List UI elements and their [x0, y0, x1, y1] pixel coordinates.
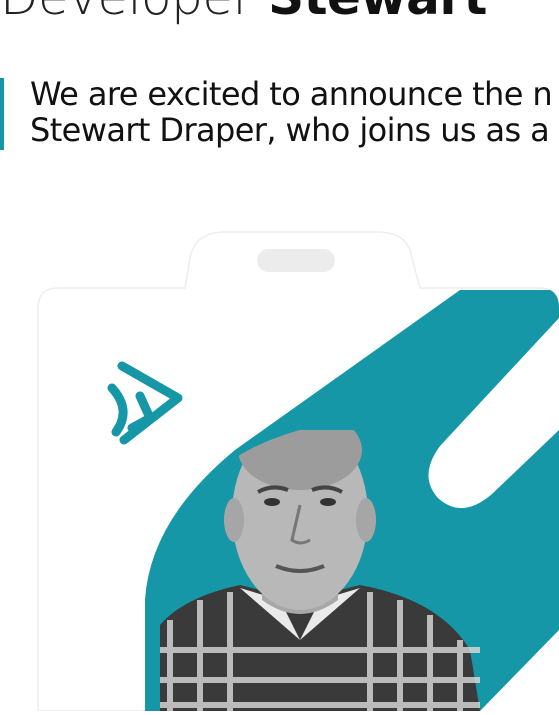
id-badge-illustration — [0, 0, 559, 712]
badge-slot — [257, 249, 335, 272]
